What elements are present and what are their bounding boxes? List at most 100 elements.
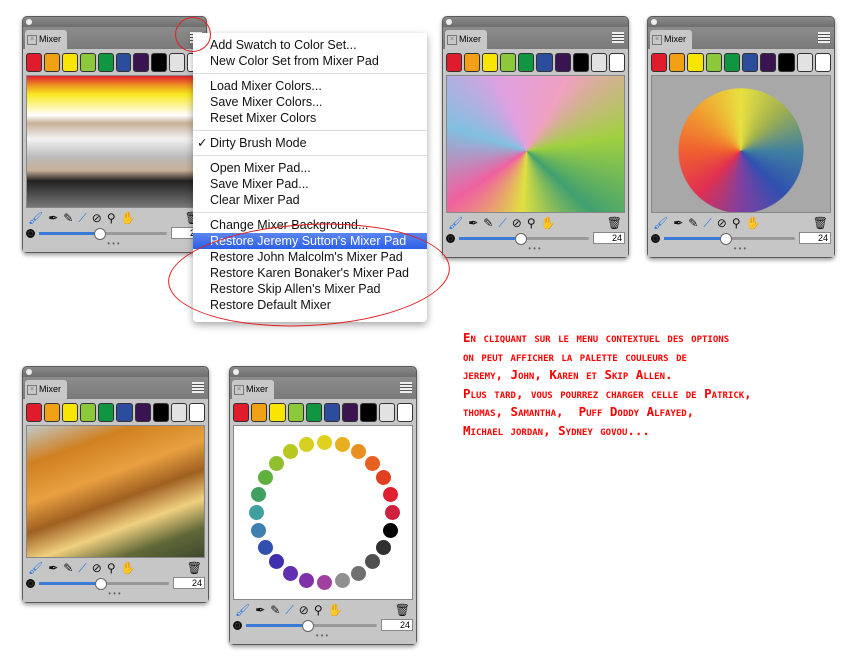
panel-titlebar[interactable] <box>23 367 208 377</box>
mixer-pad-canvas[interactable] <box>651 75 831 213</box>
size-input[interactable]: 24 <box>799 232 831 244</box>
pan-hand-icon[interactable]: ✋ <box>746 216 761 230</box>
size-slider[interactable] <box>664 232 795 245</box>
color-swatch[interactable] <box>742 53 759 72</box>
trash-icon[interactable]: 🗑 <box>607 216 622 230</box>
color-swatch[interactable] <box>152 403 169 422</box>
color-swatch[interactable] <box>26 403 43 422</box>
tab-mixer[interactable]: × Mixer <box>232 380 274 399</box>
color-swatch[interactable] <box>536 53 553 72</box>
mixer-pad-canvas[interactable] <box>26 425 205 558</box>
sample-color-icon[interactable]: ⟋ <box>78 211 86 226</box>
slider-knob[interactable] <box>94 227 107 240</box>
wheel-color-dot[interactable] <box>351 444 366 460</box>
wheel-color-dot[interactable] <box>334 572 350 588</box>
panel-options-menu-icon[interactable] <box>612 32 624 43</box>
menu-item[interactable]: Clear Mixer Pad <box>193 192 427 208</box>
pan-hand-icon[interactable]: ✋ <box>121 561 136 575</box>
color-swatch[interactable] <box>705 53 722 72</box>
panel-titlebar[interactable] <box>230 367 416 377</box>
blend-brush-icon[interactable]: ✎ <box>63 211 73 225</box>
apply-color-icon[interactable]: ✒ <box>255 603 265 617</box>
color-swatch[interactable] <box>360 403 377 422</box>
menu-item[interactable]: New Color Set from Mixer Pad <box>193 53 427 69</box>
sample-multiple-colors-icon[interactable]: ⊘ <box>299 603 309 617</box>
wheel-color-dot[interactable] <box>375 540 391 555</box>
size-input[interactable]: 24 <box>381 619 413 631</box>
zoom-icon[interactable]: ⚲ <box>527 216 536 230</box>
apply-color-icon[interactable]: ✒ <box>48 561 58 575</box>
wheel-color-dot[interactable] <box>251 486 267 502</box>
menu-item[interactable]: Reset Mixer Colors <box>193 110 427 126</box>
color-swatch[interactable] <box>26 53 42 72</box>
color-swatch[interactable] <box>287 403 304 422</box>
wheel-color-dot[interactable] <box>268 455 284 471</box>
wheel-color-dot[interactable] <box>258 470 274 485</box>
wheel-color-dot[interactable] <box>351 565 366 581</box>
size-slider[interactable] <box>39 227 167 240</box>
menu-item[interactable]: ✓ Dirty Brush Mode <box>193 135 427 151</box>
close-dot-icon[interactable] <box>26 369 32 375</box>
panel-options-menu-icon[interactable] <box>818 32 830 43</box>
color-swatch[interactable] <box>760 53 777 72</box>
wheel-color-dot[interactable] <box>283 565 298 581</box>
color-swatch[interactable] <box>62 403 79 422</box>
tab-mixer[interactable]: × Mixer <box>445 30 487 49</box>
color-swatch[interactable] <box>98 403 115 422</box>
color-swatch[interactable] <box>115 53 132 72</box>
close-icon[interactable]: × <box>27 385 37 395</box>
close-icon[interactable]: × <box>652 35 662 45</box>
panel-titlebar[interactable] <box>443 17 628 27</box>
color-swatch[interactable] <box>324 403 341 422</box>
color-swatch[interactable] <box>80 403 97 422</box>
apply-color-icon[interactable]: ✒ <box>468 216 478 230</box>
color-swatch[interactable] <box>572 53 589 72</box>
menu-item[interactable]: Open Mixer Pad... <box>193 160 427 176</box>
color-swatch[interactable] <box>43 53 60 72</box>
size-slider[interactable] <box>39 577 169 590</box>
close-dot-icon[interactable] <box>233 369 239 375</box>
color-swatch[interactable] <box>251 403 268 422</box>
mixer-brush-icon[interactable]: 🖌 <box>235 603 250 617</box>
menu-item[interactable]: Save Mixer Pad... <box>193 176 427 192</box>
color-swatch[interactable] <box>151 53 168 72</box>
blend-brush-icon[interactable]: ✎ <box>688 216 698 230</box>
blend-brush-icon[interactable]: ✎ <box>270 603 280 617</box>
wheel-color-dot[interactable] <box>385 505 400 520</box>
resize-grip[interactable]: ••• <box>26 590 205 600</box>
wheel-color-dot[interactable] <box>365 554 381 570</box>
apply-color-icon[interactable]: ✒ <box>48 211 58 225</box>
panel-options-menu-icon[interactable] <box>192 382 204 393</box>
color-swatch[interactable] <box>97 53 114 72</box>
sample-multiple-colors-icon[interactable]: ⊘ <box>512 216 522 230</box>
color-swatch[interactable] <box>133 53 150 72</box>
close-icon[interactable]: × <box>234 385 244 395</box>
wheel-color-dot[interactable] <box>365 455 381 471</box>
color-swatch[interactable] <box>188 403 205 422</box>
color-swatch[interactable] <box>778 53 795 72</box>
color-swatch[interactable] <box>590 53 607 72</box>
blend-brush-icon[interactable]: ✎ <box>63 561 73 575</box>
sample-color-icon[interactable]: ⟋ <box>703 216 711 231</box>
sample-multiple-colors-icon[interactable]: ⊘ <box>92 561 102 575</box>
size-slider[interactable] <box>246 619 377 632</box>
wheel-color-dot[interactable] <box>299 437 315 453</box>
slider-knob[interactable] <box>720 232 733 245</box>
wheel-color-dot[interactable] <box>268 554 284 570</box>
size-input[interactable]: 24 <box>593 232 625 244</box>
mixer-brush-icon[interactable]: 🖌 <box>28 561 43 575</box>
resize-grip[interactable]: ••• <box>446 245 625 255</box>
pan-hand-icon[interactable]: ✋ <box>328 603 343 617</box>
mixer-pad-canvas[interactable] <box>446 75 625 213</box>
wheel-color-dot[interactable] <box>317 435 332 450</box>
panel-options-menu-icon[interactable] <box>400 382 412 393</box>
tab-mixer[interactable]: × Mixer <box>25 30 67 49</box>
slider-knob[interactable] <box>302 619 315 632</box>
color-swatch[interactable] <box>518 53 535 72</box>
wheel-color-dot[interactable] <box>251 523 267 539</box>
mixer-brush-icon[interactable]: 🖌 <box>653 216 668 230</box>
wheel-color-dot[interactable] <box>249 505 264 520</box>
size-slider[interactable] <box>459 232 589 245</box>
blend-brush-icon[interactable]: ✎ <box>483 216 493 230</box>
close-icon[interactable]: × <box>447 35 457 45</box>
